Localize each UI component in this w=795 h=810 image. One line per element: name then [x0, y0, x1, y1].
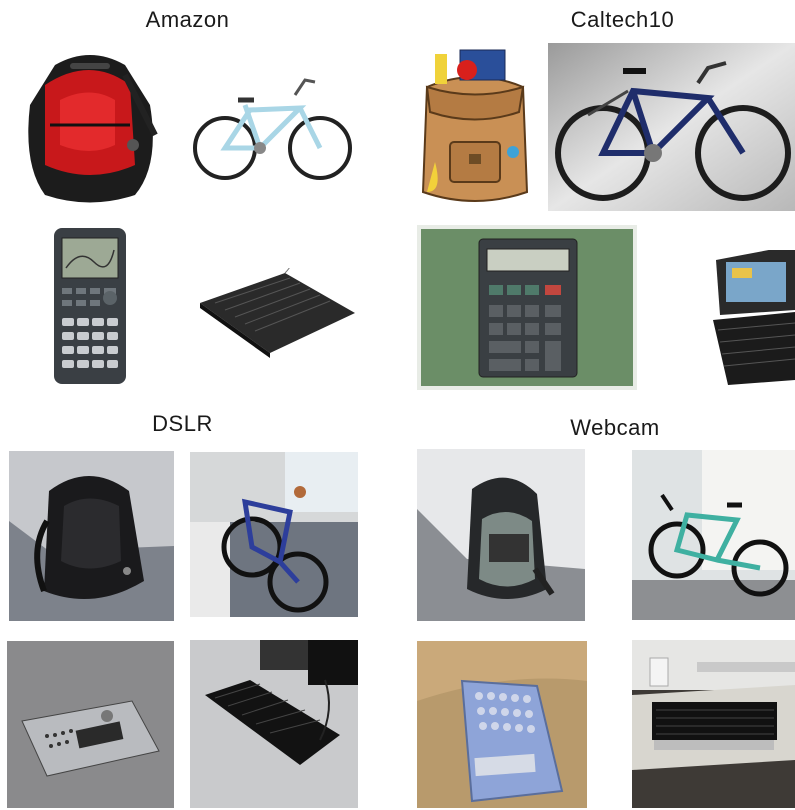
dslr-bike-image — [190, 452, 358, 617]
webcam-backpack-image — [417, 449, 585, 621]
dslr-backpack-image — [9, 451, 174, 621]
dslr-calculator-image — [7, 641, 174, 808]
caltech10-bike-image — [548, 43, 795, 211]
webcam-bike-image — [632, 450, 795, 620]
caltech10-calculator-image — [417, 225, 637, 390]
caltech10-backpack-image — [415, 42, 535, 210]
amazon-calculator-image — [50, 228, 130, 386]
dslr-keyboard-image — [190, 640, 358, 808]
amazon-backpack-image — [15, 45, 165, 210]
domain-title-dslr: DSLR — [152, 411, 213, 436]
webcam-calculator-image — [417, 641, 587, 808]
caltech10-keyboard-image — [708, 250, 795, 385]
amazon-bike-image — [190, 70, 355, 185]
amazon-keyboard-image — [190, 268, 360, 358]
webcam-keyboard-image — [632, 640, 795, 808]
domain-title-amazon: Amazon — [145, 7, 230, 32]
domain-title-webcam: Webcam — [570, 415, 660, 440]
domain-title-caltech10: Caltech10 — [570, 7, 675, 32]
